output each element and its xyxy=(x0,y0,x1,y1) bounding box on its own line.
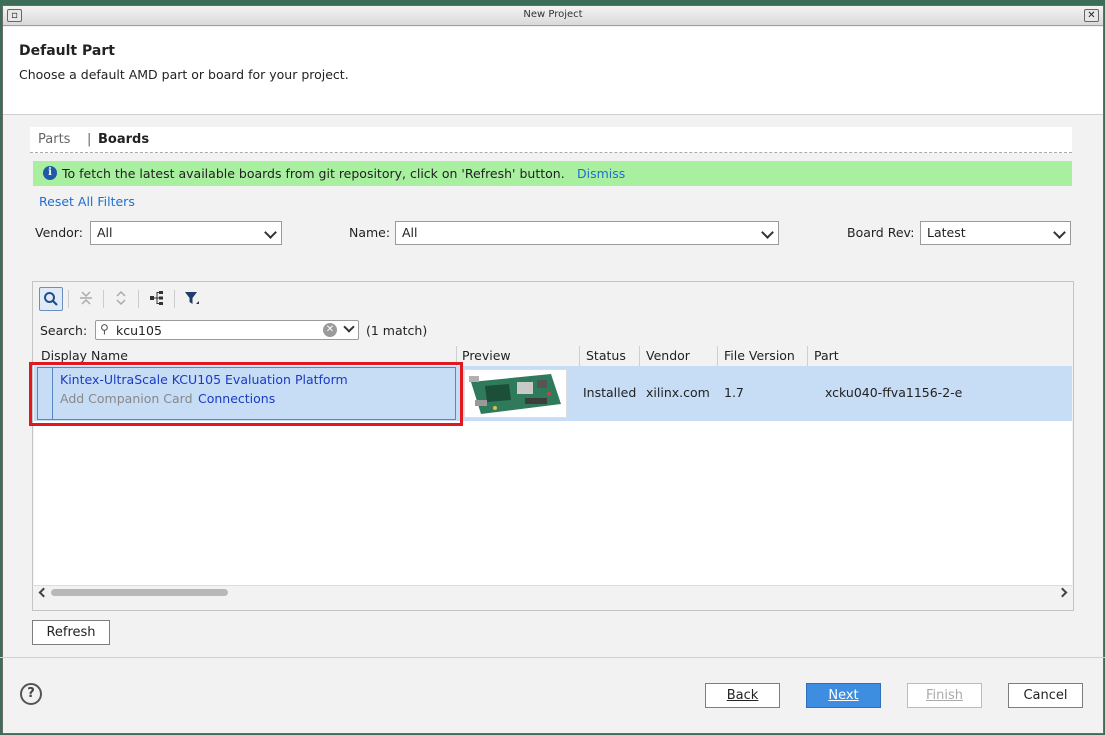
page-title: Default Part xyxy=(19,43,115,59)
page-subtitle: Choose a default AMD part or board for y… xyxy=(19,67,349,82)
collapse-all-icon[interactable] xyxy=(74,287,98,311)
table-toolbar xyxy=(33,282,1073,316)
clear-icon[interactable]: ✕ xyxy=(323,323,337,337)
chevron-down-icon xyxy=(264,226,277,239)
horizontal-scrollbar[interactable] xyxy=(34,585,1072,599)
file-version-cell: 1.7 xyxy=(724,385,744,400)
back-button[interactable]: Back xyxy=(705,683,780,708)
dialog-header: Default Part Choose a default AMD part o… xyxy=(3,27,1103,115)
next-label: Next xyxy=(828,688,859,703)
board-rev-value: Latest xyxy=(927,225,966,240)
board-preview-image xyxy=(464,369,567,418)
search-icon[interactable] xyxy=(39,287,63,311)
close-icon[interactable]: ✕ xyxy=(1084,9,1099,22)
boards-panel: Search: ⚲ kcu105 ✕ (1 match) Display Nam… xyxy=(32,281,1074,611)
footer-divider xyxy=(0,657,1105,658)
next-button[interactable]: Next xyxy=(806,683,881,708)
search-label: Search: xyxy=(40,323,88,338)
vendor-cell: xilinx.com xyxy=(646,385,710,400)
help-icon[interactable]: ? xyxy=(20,683,42,705)
name-value: All xyxy=(402,225,418,240)
scrollbar-thumb[interactable] xyxy=(51,589,228,596)
tab-parts[interactable]: Parts xyxy=(38,132,70,147)
part-cell: xcku040-ffva1156-2-e xyxy=(825,385,963,400)
search-value: kcu105 xyxy=(116,323,162,338)
part-board-tabs: Parts | Boards xyxy=(30,127,1072,153)
vendor-select[interactable]: All xyxy=(90,221,282,245)
search-input[interactable]: ⚲ kcu105 ✕ xyxy=(95,320,359,340)
finish-button[interactable]: Finish xyxy=(907,683,982,708)
filter-icon[interactable] xyxy=(180,287,204,311)
tab-separator: | xyxy=(87,132,92,147)
back-label: Back xyxy=(726,688,759,703)
column-header[interactable]: Display Name xyxy=(41,348,128,363)
hierarchy-icon[interactable] xyxy=(145,287,169,311)
vendor-label: Vendor: xyxy=(35,225,83,240)
name-label: Name: xyxy=(349,225,391,240)
info-banner: i To fetch the latest available boards f… xyxy=(33,161,1072,186)
chevron-down-icon xyxy=(761,226,774,239)
column-header[interactable]: Status xyxy=(586,348,626,363)
window-title: New Project xyxy=(523,9,583,20)
vendor-value: All xyxy=(97,225,113,240)
board-rev-select[interactable]: Latest xyxy=(920,221,1071,245)
column-header[interactable]: Part xyxy=(814,348,839,363)
cancel-button[interactable]: Cancel xyxy=(1008,683,1083,708)
chevron-down-icon[interactable] xyxy=(343,321,355,333)
scroll-right-icon[interactable] xyxy=(1057,587,1068,598)
chevron-down-icon xyxy=(1053,226,1066,239)
info-message: To fetch the latest available boards fro… xyxy=(62,166,565,181)
dismiss-link[interactable]: Dismiss xyxy=(577,166,625,181)
match-count: (1 match) xyxy=(366,323,428,338)
board-rev-label: Board Rev: xyxy=(847,225,915,240)
reset-filters-link[interactable]: Reset All Filters xyxy=(39,194,135,209)
column-header[interactable]: Vendor xyxy=(646,348,690,363)
column-header[interactable]: Preview xyxy=(462,348,511,363)
refresh-button[interactable]: Refresh xyxy=(32,620,110,645)
selection-highlight xyxy=(29,362,463,426)
status-cell: Installed xyxy=(583,385,637,400)
name-select[interactable]: All xyxy=(395,221,779,245)
finish-label: Finish xyxy=(925,688,963,703)
tab-boards[interactable]: Boards xyxy=(98,132,149,147)
column-header[interactable]: File Version xyxy=(724,348,795,363)
scroll-left-icon[interactable] xyxy=(38,587,49,598)
search-icon: ⚲ xyxy=(100,322,109,336)
info-icon: i xyxy=(43,166,57,180)
title-bar[interactable]: ▫ New Project ✕ xyxy=(3,6,1103,26)
expand-all-icon[interactable] xyxy=(109,287,133,311)
